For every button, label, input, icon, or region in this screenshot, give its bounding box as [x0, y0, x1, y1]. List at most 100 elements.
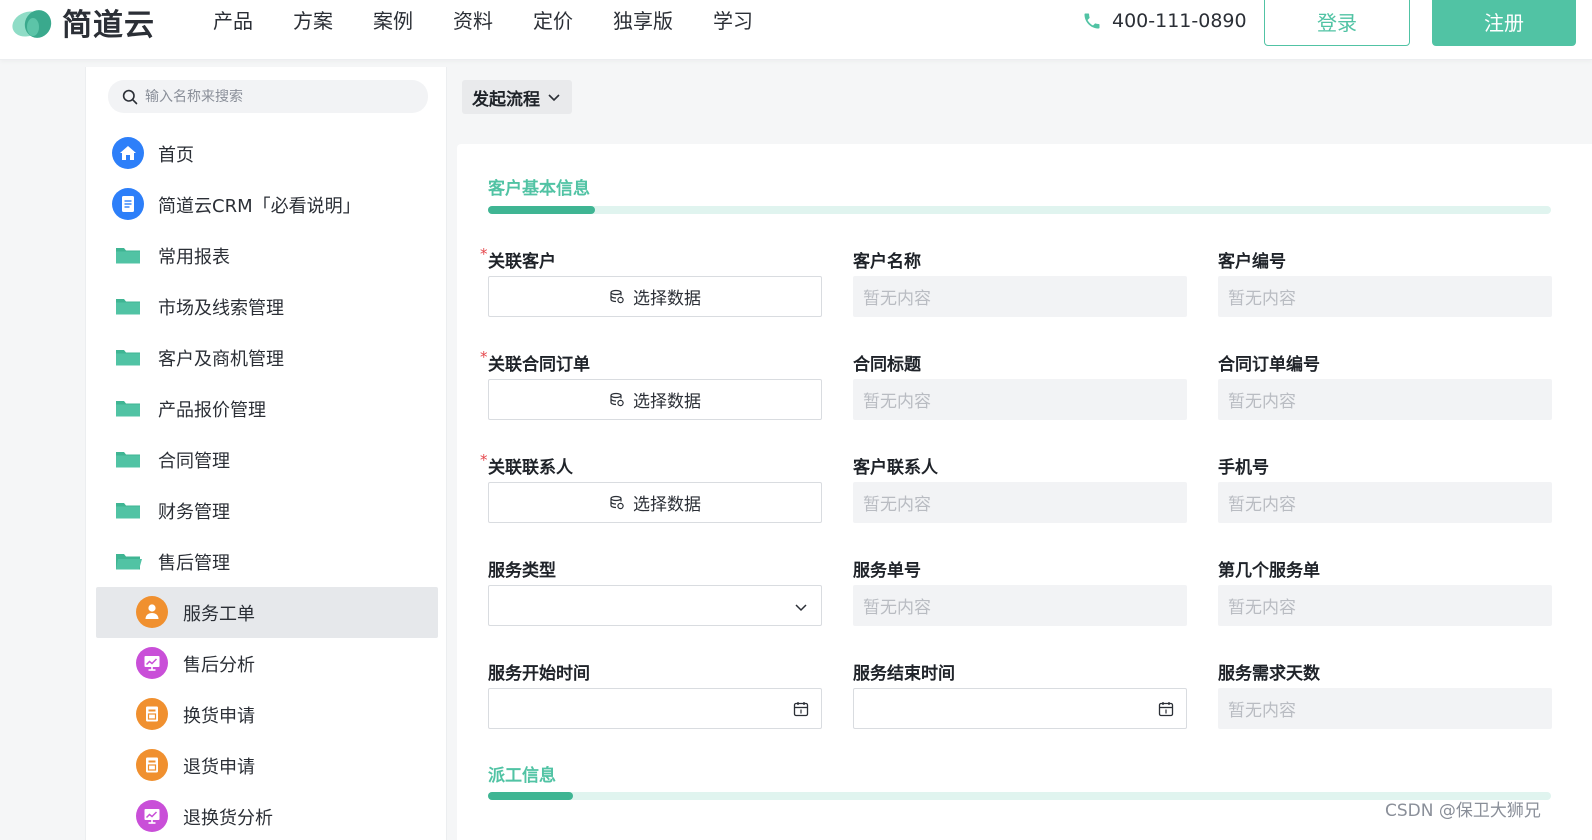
sidebar-item-reports[interactable]: 常用报表: [86, 230, 446, 281]
sidebar-item-label: 退换货分析: [183, 807, 273, 829]
calendar-icon: [793, 702, 809, 717]
sidebar-item-label: 售后管理: [158, 552, 230, 574]
sidebar-search[interactable]: [108, 80, 428, 113]
nav-item-resources[interactable]: 资料: [453, 6, 493, 36]
database-icon: [610, 392, 624, 406]
sidebar-item-quotes[interactable]: 产品报价管理: [86, 383, 446, 434]
sidebar-item-exchange-request[interactable]: 换货申请: [86, 689, 446, 740]
service-index-field: 暂无内容: [1218, 585, 1552, 626]
search-input[interactable]: [145, 88, 415, 105]
sidebar-item-label: 产品报价管理: [158, 399, 266, 421]
sidebar-item-crm-guide[interactable]: 简道云CRM「必看说明」: [86, 179, 446, 230]
sidebar-item-after-sales-analysis[interactable]: 售后分析: [86, 638, 446, 689]
folder-icon: [116, 452, 140, 468]
sidebar-item-after-sales[interactable]: 售后管理: [86, 536, 446, 587]
label-service-days: 服务需求天数: [1218, 664, 1320, 684]
label-customer-contact: 客户联系人: [853, 458, 938, 478]
label-service-type: 服务类型: [488, 561, 556, 581]
label-service-no: 服务单号: [853, 561, 921, 581]
link-contact-select[interactable]: 选择数据: [488, 482, 822, 523]
home-icon: [112, 137, 144, 169]
label-customer-name: 客户名称: [853, 252, 921, 272]
sidebar-item-label: 换货申请: [183, 705, 255, 727]
sidebar-item-return-analysis[interactable]: 退换货分析: [86, 791, 446, 840]
select-data-label: 选择数据: [633, 289, 701, 309]
folder-icon: [116, 503, 140, 519]
register-button[interactable]: 注册: [1432, 0, 1576, 46]
label-phone: 手机号: [1218, 458, 1269, 478]
form-doc-icon: [136, 749, 168, 781]
nav-item-cases[interactable]: 案例: [373, 6, 413, 36]
sidebar-item-label: 服务工单: [183, 603, 255, 625]
label-link-customer: * 关联客户: [480, 245, 556, 272]
service-type-dropdown[interactable]: [488, 585, 822, 626]
service-no-field: 暂无内容: [853, 585, 1187, 626]
link-customer-select[interactable]: 选择数据: [488, 276, 822, 317]
service-start-date-input[interactable]: [488, 688, 822, 729]
label-customer-no: 客户编号: [1218, 252, 1286, 272]
hotline[interactable]: 400-111-0890: [1082, 6, 1247, 36]
start-flow-button[interactable]: 发起流程: [462, 80, 572, 114]
form-doc-icon: [136, 698, 168, 730]
label-contract-no: 合同订单编号: [1218, 355, 1320, 375]
sidebar-item-contracts[interactable]: 合同管理: [86, 434, 446, 485]
sidebar: 首页 简道云CRM「必看说明」 常用报表: [85, 67, 447, 840]
watermark-text: CSDN @保卫大狮兄: [1385, 801, 1541, 821]
nav-item-private[interactable]: 独享版: [613, 6, 673, 36]
customer-contact-field: 暂无内容: [853, 482, 1187, 523]
folder-icon: [116, 350, 140, 366]
database-icon: [610, 495, 624, 509]
brand-logo[interactable]: 简道云: [10, 2, 155, 43]
phone-field: 暂无内容: [1218, 482, 1552, 523]
form-card: 客户基本信息 * 关联客户 选择数据 客户名称 暂无内容 客户编号 暂无内容 * 关…: [457, 144, 1592, 840]
start-flow-label: 发起流程: [472, 89, 540, 110]
required-mark: *: [480, 348, 488, 366]
label-contract-title: 合同标题: [853, 355, 921, 375]
sidebar-item-customers[interactable]: 客户及商机管理: [86, 332, 446, 383]
link-contract-select[interactable]: 选择数据: [488, 379, 822, 420]
customer-name-field: 暂无内容: [853, 276, 1187, 317]
nav-item-pricing[interactable]: 定价: [533, 6, 573, 36]
folder-icon: [116, 299, 140, 315]
folder-icon: [116, 401, 140, 417]
sidebar-item-label: 首页: [158, 144, 194, 166]
phone-icon: [1084, 13, 1100, 29]
service-days-field: 暂无内容: [1218, 688, 1552, 729]
form-toolbar: 发起流程: [448, 67, 1592, 129]
label-service-start: 服务开始时间: [488, 664, 590, 684]
sidebar-item-label: 客户及商机管理: [158, 348, 284, 370]
contract-title-field: 暂无内容: [853, 379, 1187, 420]
service-end-date-input[interactable]: [853, 688, 1187, 729]
contract-no-field: 暂无内容: [1218, 379, 1552, 420]
nav-item-solution[interactable]: 方案: [293, 6, 333, 36]
section-divider: [488, 206, 1551, 214]
sidebar-item-finance[interactable]: 财务管理: [86, 485, 446, 536]
section-divider-accent: [488, 792, 573, 800]
sidebar-item-service-ticket[interactable]: 服务工单: [96, 587, 438, 638]
main-nav: 产品 方案 案例 资料 定价 独享版 学习: [213, 6, 793, 36]
section-divider-accent: [488, 206, 595, 214]
sidebar-item-label: 售后分析: [183, 654, 255, 676]
database-icon: [610, 289, 624, 303]
select-data-label: 选择数据: [633, 392, 701, 412]
search-icon: [122, 89, 138, 104]
nav-item-product[interactable]: 产品: [213, 6, 253, 36]
sidebar-item-label: 市场及线索管理: [158, 297, 284, 319]
required-mark: *: [480, 451, 488, 469]
calendar-icon: [1158, 702, 1174, 717]
nav-item-learn[interactable]: 学习: [713, 6, 753, 36]
section-title-dispatch: 派工信息: [488, 766, 556, 786]
service-person-icon: [136, 596, 168, 628]
sidebar-item-market-leads[interactable]: 市场及线索管理: [86, 281, 446, 332]
label-link-contract: * 关联合同订单: [480, 348, 590, 375]
login-button[interactable]: 登录: [1264, 0, 1410, 46]
sidebar-item-home[interactable]: 首页: [86, 128, 446, 179]
sidebar-item-return-request[interactable]: 退货申请: [86, 740, 446, 791]
label-service-end: 服务结束时间: [853, 664, 955, 684]
required-mark: *: [480, 245, 488, 263]
chart-board-icon: [136, 800, 168, 832]
document-icon: [112, 188, 144, 220]
section-title-customer: 客户基本信息: [488, 179, 590, 199]
label-link-contact: * 关联联系人: [480, 451, 573, 478]
folder-open-icon: [116, 554, 142, 570]
